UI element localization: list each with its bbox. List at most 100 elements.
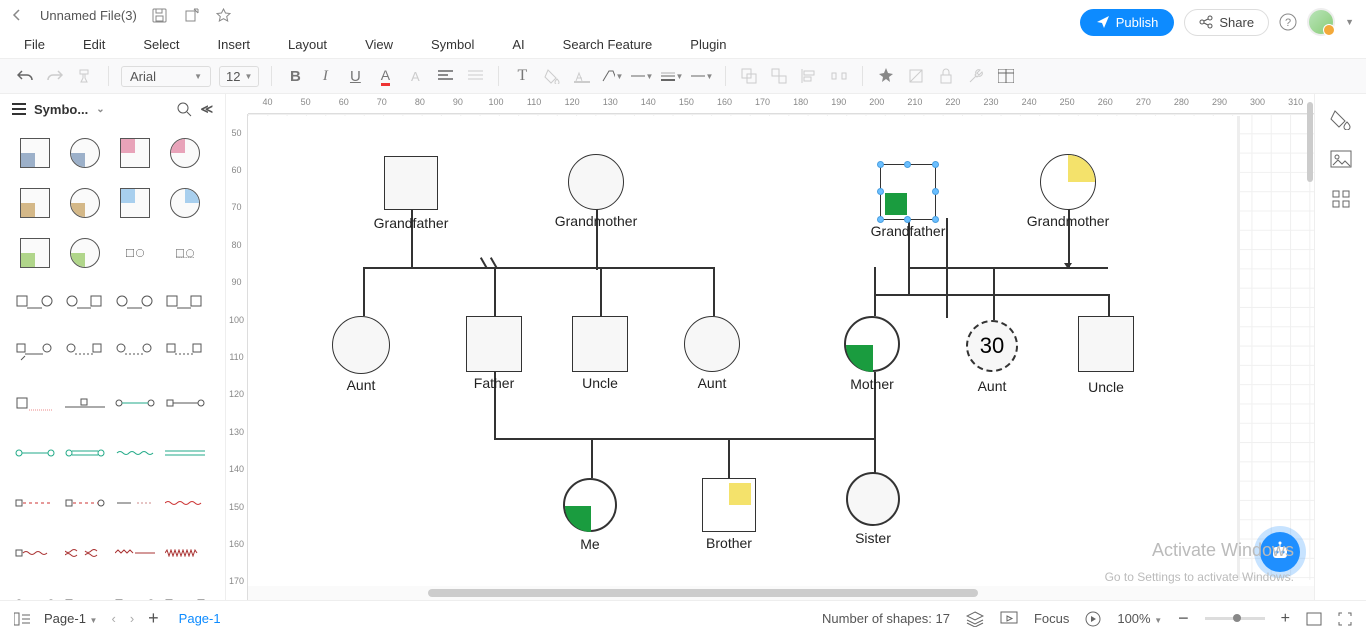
scrollbar-horizontal[interactable] xyxy=(248,586,1314,600)
outline-icon[interactable] xyxy=(14,612,30,626)
symbol-item[interactable] xyxy=(14,384,56,422)
zoom-level[interactable]: 100% ▼ xyxy=(1117,611,1162,626)
symbol-item[interactable] xyxy=(64,334,106,372)
image-tool-icon[interactable] xyxy=(1330,150,1352,170)
menu-search-feature[interactable]: Search Feature xyxy=(563,37,653,52)
shape-aunt-2[interactable]: Aunt xyxy=(684,316,740,372)
menu-plugin[interactable]: Plugin xyxy=(690,37,726,52)
menu-layout[interactable]: Layout xyxy=(288,37,327,52)
symbol-item[interactable] xyxy=(14,234,56,272)
prev-page-icon[interactable]: ‹ xyxy=(111,611,115,626)
menu-symbol[interactable]: Symbol xyxy=(431,37,474,52)
symbol-item[interactable] xyxy=(164,134,206,172)
export-icon[interactable] xyxy=(183,6,201,24)
text-tool-icon[interactable]: T xyxy=(511,65,533,87)
menu-select[interactable]: Select xyxy=(143,37,179,52)
symbol-item[interactable] xyxy=(164,184,206,222)
lock-aspect-icon[interactable] xyxy=(905,65,927,87)
search-icon[interactable] xyxy=(177,102,192,117)
symbol-item[interactable] xyxy=(114,334,156,372)
undo-icon[interactable] xyxy=(14,65,36,87)
symbol-item[interactable] xyxy=(64,234,106,272)
arrow-style-icon[interactable]: ▼ xyxy=(691,65,713,87)
bold-icon[interactable]: B xyxy=(284,65,306,87)
canvas[interactable]: Grandfather Grandmother Grandfather Gran… xyxy=(248,114,1314,580)
lock-icon[interactable] xyxy=(935,65,957,87)
line-weight-icon[interactable]: ▼ xyxy=(661,65,683,87)
symbol-item[interactable] xyxy=(14,184,56,222)
symbol-item[interactable] xyxy=(64,484,106,522)
shape-grandmother-1[interactable]: Grandmother xyxy=(568,154,624,210)
fill-tool-icon[interactable] xyxy=(1330,108,1352,130)
shape-mother[interactable]: Mother xyxy=(844,316,900,372)
symbol-item[interactable] xyxy=(14,584,56,600)
symbol-item[interactable] xyxy=(114,184,156,222)
redo-icon[interactable] xyxy=(44,65,66,87)
shape-aunt-3[interactable]: 30 Aunt xyxy=(966,320,1018,372)
back-icon[interactable] xyxy=(8,6,26,24)
collapse-icon[interactable]: ≪ xyxy=(200,102,213,116)
symbol-item[interactable] xyxy=(64,584,106,600)
shape-me[interactable]: Me xyxy=(563,478,617,532)
help-icon[interactable]: ? xyxy=(1279,13,1297,31)
tools-icon[interactable] xyxy=(965,65,987,87)
avatar-caret-icon[interactable]: ▼ xyxy=(1345,17,1354,27)
symbol-item[interactable] xyxy=(114,534,156,572)
symbol-item[interactable] xyxy=(14,284,56,322)
connector-icon[interactable]: ▼ xyxy=(601,65,623,87)
publish-button[interactable]: Publish xyxy=(1080,9,1175,36)
symbol-item[interactable] xyxy=(164,584,206,600)
shape-aunt-1[interactable]: Aunt xyxy=(332,316,390,374)
font-color-icon[interactable]: A xyxy=(374,65,396,87)
symbol-item[interactable] xyxy=(164,284,206,322)
zoom-out-icon[interactable]: − xyxy=(1178,608,1189,629)
avatar[interactable] xyxy=(1307,8,1335,36)
symbol-item[interactable] xyxy=(64,184,106,222)
fit-icon[interactable] xyxy=(1306,612,1322,626)
symbol-item[interactable] xyxy=(14,484,56,522)
italic-icon[interactable]: I xyxy=(314,65,336,87)
symbol-item[interactable] xyxy=(114,584,156,600)
shape-brother[interactable]: Brother xyxy=(702,478,756,532)
next-page-icon[interactable]: › xyxy=(130,611,134,626)
symbol-item[interactable] xyxy=(14,334,56,372)
share-button[interactable]: Share xyxy=(1184,9,1269,36)
ai-style-icon[interactable] xyxy=(875,65,897,87)
fullscreen-icon[interactable] xyxy=(1338,612,1352,626)
scrollbar-vertical[interactable] xyxy=(1307,102,1313,182)
menu-edit[interactable]: Edit xyxy=(83,37,105,52)
play-icon[interactable] xyxy=(1085,611,1101,627)
apps-icon[interactable] xyxy=(1332,190,1350,208)
align-icon[interactable] xyxy=(434,65,456,87)
zoom-in-icon[interactable]: + xyxy=(1281,610,1290,628)
page-tab[interactable]: Page-1 xyxy=(173,607,227,630)
focus-label[interactable]: Focus xyxy=(1034,611,1069,626)
symbol-item[interactable] xyxy=(164,534,206,572)
star-icon[interactable] xyxy=(215,6,233,24)
symbol-item[interactable] xyxy=(114,134,156,172)
symbol-item[interactable] xyxy=(164,234,206,272)
save-icon[interactable] xyxy=(151,6,169,24)
align-left-icon[interactable] xyxy=(798,65,820,87)
ungroup-icon[interactable] xyxy=(768,65,790,87)
shape-sister[interactable]: Sister xyxy=(846,472,900,526)
menu-file[interactable]: File xyxy=(24,37,45,52)
layers-icon[interactable] xyxy=(966,611,984,627)
format-painter-icon[interactable] xyxy=(74,65,96,87)
symbol-item[interactable] xyxy=(114,434,156,472)
table-icon[interactable] xyxy=(995,65,1017,87)
symbol-item[interactable] xyxy=(164,484,206,522)
page-dropdown[interactable]: Page-1 ▼ xyxy=(44,611,97,626)
line-style-icon[interactable]: ▼ xyxy=(631,65,653,87)
text-height-icon[interactable]: A xyxy=(404,65,426,87)
symbol-item[interactable] xyxy=(164,384,206,422)
menu-view[interactable]: View xyxy=(365,37,393,52)
shape-grandfather-1[interactable]: Grandfather xyxy=(384,156,438,210)
highlight-icon[interactable] xyxy=(571,65,593,87)
font-size-select[interactable]: 12▼ xyxy=(219,66,259,87)
symbol-item[interactable] xyxy=(64,384,106,422)
symbol-item[interactable] xyxy=(14,134,56,172)
symbol-item[interactable] xyxy=(114,234,156,272)
panel-expand-icon[interactable]: ⌄ xyxy=(96,104,104,115)
shape-father[interactable]: Father xyxy=(466,316,522,372)
